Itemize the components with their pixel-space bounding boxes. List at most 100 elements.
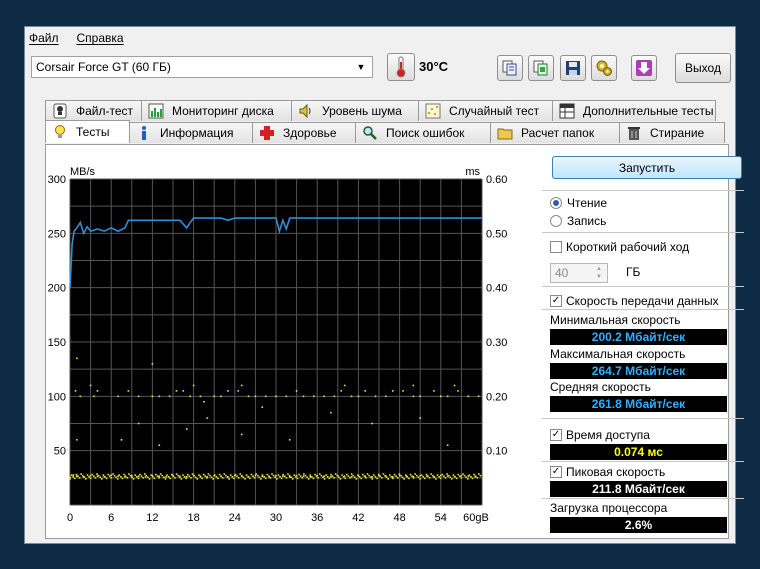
access-time-point bbox=[320, 474, 323, 477]
access-time-point bbox=[358, 475, 361, 478]
trash-icon bbox=[626, 125, 642, 141]
access-time-point bbox=[231, 475, 234, 478]
access-time-point bbox=[85, 478, 87, 480]
access-time-point bbox=[295, 390, 298, 392]
access-time-point bbox=[471, 477, 474, 480]
access-time-point bbox=[113, 474, 116, 477]
access-time-point bbox=[444, 477, 447, 479]
tab-noise-level[interactable]: Уровень шума bbox=[291, 100, 419, 121]
access-time-point bbox=[412, 477, 415, 479]
burst-rate-checkbox[interactable]: ✓ bbox=[550, 466, 562, 478]
transfer-rate-row[interactable]: ✓ Скорость передачи данных bbox=[550, 294, 719, 308]
access-time-point bbox=[400, 474, 402, 477]
options-button[interactable] bbox=[591, 55, 617, 81]
access-time-point bbox=[330, 475, 332, 478]
short-stroke-checkbox[interactable] bbox=[550, 241, 562, 253]
access-time-point bbox=[108, 475, 111, 478]
start-button[interactable]: Запустить bbox=[552, 156, 742, 179]
tab-label: Уровень шума bbox=[322, 104, 402, 118]
spin-down-icon[interactable]: ▼ bbox=[592, 273, 606, 281]
short-stroke-spinner[interactable]: 40 ▲ ▼ bbox=[550, 263, 608, 283]
access-time-point bbox=[309, 474, 312, 476]
transfer-rate-checkbox[interactable]: ✓ bbox=[550, 295, 562, 307]
access-time-point bbox=[302, 475, 305, 478]
separator bbox=[542, 190, 744, 191]
access-time-point bbox=[307, 478, 310, 480]
access-time-point bbox=[279, 475, 281, 478]
access-time-point bbox=[89, 384, 92, 387]
access-time-point bbox=[465, 476, 467, 479]
read-radio-row[interactable]: Чтение bbox=[550, 196, 607, 210]
tab-disk-monitoring[interactable]: Мониторинг диска bbox=[141, 100, 292, 121]
tab-extra-tests[interactable]: Дополнительные тесты bbox=[552, 100, 716, 121]
access-time-point bbox=[150, 474, 152, 476]
burst-rate-row[interactable]: ✓ Пиковая скорость bbox=[550, 465, 665, 479]
access-time-row[interactable]: ✓ Время доступа bbox=[550, 428, 650, 442]
access-time-point bbox=[331, 475, 334, 478]
access-time-point bbox=[240, 433, 243, 436]
access-time-point bbox=[213, 395, 215, 398]
access-time-point bbox=[474, 475, 477, 478]
exit-button[interactable]: Выход bbox=[675, 53, 731, 83]
y-left-tick-label: 100 bbox=[48, 391, 66, 403]
spin-up-icon[interactable]: ▲ bbox=[592, 265, 606, 273]
write-radio-row[interactable]: Запись bbox=[550, 214, 606, 228]
update-button[interactable] bbox=[631, 55, 657, 81]
tab-random-test[interactable]: Случайный тест bbox=[418, 100, 553, 121]
access-time-point bbox=[118, 474, 121, 476]
access-time-point bbox=[357, 474, 359, 476]
menu-help[interactable]: Справка bbox=[77, 31, 124, 45]
access-time-point bbox=[285, 477, 288, 479]
access-time-point bbox=[268, 475, 270, 478]
access-time-point bbox=[411, 475, 413, 478]
access-time-point bbox=[221, 477, 224, 479]
separator bbox=[542, 461, 744, 462]
access-time-point bbox=[83, 476, 86, 479]
access-time-point bbox=[296, 477, 299, 480]
access-time-point bbox=[403, 478, 405, 480]
write-radio[interactable] bbox=[550, 215, 562, 227]
access-time-point bbox=[277, 474, 280, 476]
access-time-point bbox=[266, 473, 269, 476]
tab-error-scan[interactable]: Поиск ошибок bbox=[355, 122, 491, 143]
tab-tests[interactable]: Тесты bbox=[45, 120, 130, 143]
access-time-point bbox=[311, 475, 313, 478]
tab-folder-usage[interactable]: Расчет папок bbox=[490, 122, 620, 143]
access-time-point bbox=[401, 476, 404, 479]
copy-screenshot-button[interactable] bbox=[528, 55, 554, 81]
access-time-point bbox=[275, 395, 277, 398]
chevron-down-icon[interactable]: ▼ bbox=[353, 59, 369, 75]
x-tick-label: 6 bbox=[108, 512, 114, 524]
access-time-point bbox=[99, 476, 102, 479]
access-time-point bbox=[322, 476, 324, 479]
access-time-point bbox=[74, 390, 77, 392]
access-time-checkbox[interactable]: ✓ bbox=[550, 429, 562, 441]
tab-health[interactable]: Здоровье bbox=[252, 122, 356, 143]
access-time-point bbox=[134, 474, 137, 476]
access-time-point bbox=[112, 473, 114, 475]
access-time-point bbox=[245, 474, 248, 476]
access-time-point bbox=[391, 390, 394, 392]
access-time-point bbox=[254, 395, 257, 398]
burst-rate-value: 211.8 Мбайт/сек bbox=[550, 481, 727, 497]
tab-file-test[interactable]: Файл-тест bbox=[45, 100, 142, 121]
y-right-tick-label: 0.40 bbox=[486, 283, 507, 295]
tab-label: Информация bbox=[160, 126, 234, 140]
temperature-button[interactable] bbox=[387, 53, 415, 81]
tab-info[interactable]: Информация bbox=[129, 122, 253, 143]
menu-file[interactable]: Файл bbox=[29, 31, 59, 45]
drive-select[interactable]: Corsair Force GT (60 ГБ) ▼ bbox=[31, 56, 373, 78]
tab-erase[interactable]: Стирание bbox=[619, 122, 725, 143]
save-button[interactable] bbox=[560, 55, 586, 81]
read-radio[interactable] bbox=[550, 197, 562, 209]
access-time-point bbox=[81, 474, 84, 477]
copy-info-button[interactable] bbox=[497, 55, 523, 81]
short-stroke-label: Короткий рабочий ход bbox=[566, 240, 690, 254]
access-time-point bbox=[201, 477, 203, 480]
access-time-point bbox=[441, 473, 444, 476]
access-time-point bbox=[237, 477, 240, 479]
access-time-point bbox=[272, 474, 275, 477]
short-stroke-row[interactable]: Короткий рабочий ход bbox=[550, 240, 689, 254]
access-time-point bbox=[120, 475, 122, 478]
access-time-point bbox=[333, 395, 336, 398]
